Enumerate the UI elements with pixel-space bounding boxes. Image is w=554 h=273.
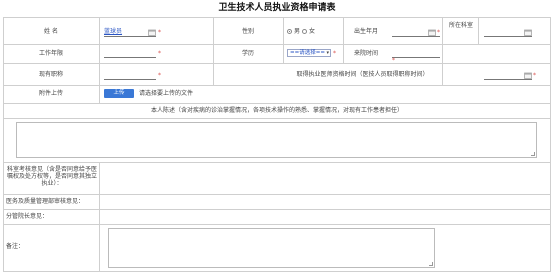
resize-grip-icon[interactable] bbox=[531, 152, 535, 156]
gender-male-radio[interactable] bbox=[287, 29, 292, 34]
gender-female-label: 女 bbox=[309, 28, 316, 35]
gender-female-radio[interactable] bbox=[302, 29, 307, 34]
grid-line bbox=[3, 63, 551, 64]
education-select-value: ==请选择== bbox=[290, 50, 325, 56]
resize-grip-icon[interactable] bbox=[429, 262, 433, 266]
grid-line bbox=[99, 162, 100, 272]
grid-line bbox=[550, 17, 551, 272]
statement-header: 本人陈述（含对疾病的诊治掌握情况，各项技术操作的熟悉、掌握情况，对现有工作患者担… bbox=[150, 107, 403, 114]
required-mark: * bbox=[158, 50, 161, 57]
grid-line bbox=[3, 271, 551, 272]
name-label: 姓 名 bbox=[44, 28, 58, 35]
title-label: 现有职称 bbox=[38, 71, 63, 78]
birth-label: 出生年月 bbox=[353, 28, 378, 35]
grid-line bbox=[3, 162, 551, 163]
grid-line bbox=[442, 44, 443, 63]
required-mark: * bbox=[158, 29, 161, 36]
grid-line bbox=[442, 63, 443, 85]
attach-label: 附件上传 bbox=[38, 90, 63, 97]
required-mark: * bbox=[333, 50, 336, 57]
caret-down-icon: ▾ bbox=[326, 50, 329, 56]
statement-textarea[interactable] bbox=[16, 122, 537, 158]
cert-time-label: 取得执业医师资格时间（医技人员取得职称时间） bbox=[296, 71, 429, 78]
remarks-textarea[interactable] bbox=[108, 228, 435, 268]
title-underline bbox=[104, 79, 156, 80]
grid-line bbox=[442, 17, 443, 44]
gender-male-label: 男 bbox=[294, 28, 301, 35]
required-mark: * bbox=[533, 72, 536, 79]
grid-line bbox=[478, 17, 479, 44]
education-label: 学历 bbox=[241, 50, 254, 57]
required-mark: * bbox=[437, 29, 440, 36]
remarks-label: 备注： bbox=[6, 243, 25, 250]
gender-label: 性别 bbox=[241, 28, 254, 35]
grid-line bbox=[3, 118, 551, 119]
medical-dept-label: 医务及质量管理部审核意见： bbox=[6, 198, 85, 205]
calendar-icon[interactable] bbox=[428, 29, 436, 36]
required-mark: * bbox=[158, 72, 161, 79]
grid-line bbox=[99, 17, 100, 103]
years-label: 工作年限 bbox=[38, 50, 63, 57]
birth-underline bbox=[392, 36, 440, 37]
calendar-icon[interactable] bbox=[524, 72, 532, 79]
dept-review-label: 科室考核意见（含是否同意给予医嘱权及处方权等，是否同意其独立执业）： bbox=[6, 166, 97, 187]
grid-line bbox=[213, 63, 214, 85]
hire-label: 来院时间 bbox=[353, 50, 378, 57]
qualification-application-form: 卫生技术人员执业资格申请表 姓 名 蓝球员 * 性别 男 女 出生年月 * 所在… bbox=[0, 0, 554, 273]
hire-underline bbox=[392, 57, 440, 58]
grid-line bbox=[3, 17, 551, 18]
grid-line bbox=[3, 103, 551, 104]
name-field[interactable]: 蓝球员 bbox=[104, 28, 122, 35]
required-mark: * bbox=[392, 57, 395, 64]
grid-line bbox=[3, 194, 551, 195]
grid-line bbox=[3, 209, 551, 210]
calendar-icon[interactable] bbox=[148, 29, 156, 36]
grid-line bbox=[3, 44, 551, 45]
calendar-icon[interactable] bbox=[524, 29, 532, 36]
form-title: 卫生技术人员执业资格申请表 bbox=[218, 3, 336, 13]
vice-president-label: 分管院长意见： bbox=[6, 213, 49, 220]
name-underline bbox=[104, 36, 156, 37]
education-select[interactable]: ==请选择== ▾ bbox=[287, 49, 331, 57]
grid-line bbox=[3, 224, 551, 225]
grid-line bbox=[3, 85, 551, 86]
upload-button[interactable]: 上传 bbox=[104, 89, 134, 98]
cert-time-underline bbox=[484, 79, 532, 80]
dept-underline bbox=[484, 36, 532, 37]
upload-hint: 请选择要上传的文件 bbox=[139, 90, 194, 97]
years-underline bbox=[104, 57, 156, 58]
dept-label: 所在科室 bbox=[448, 22, 473, 29]
grid-line bbox=[283, 17, 284, 63]
